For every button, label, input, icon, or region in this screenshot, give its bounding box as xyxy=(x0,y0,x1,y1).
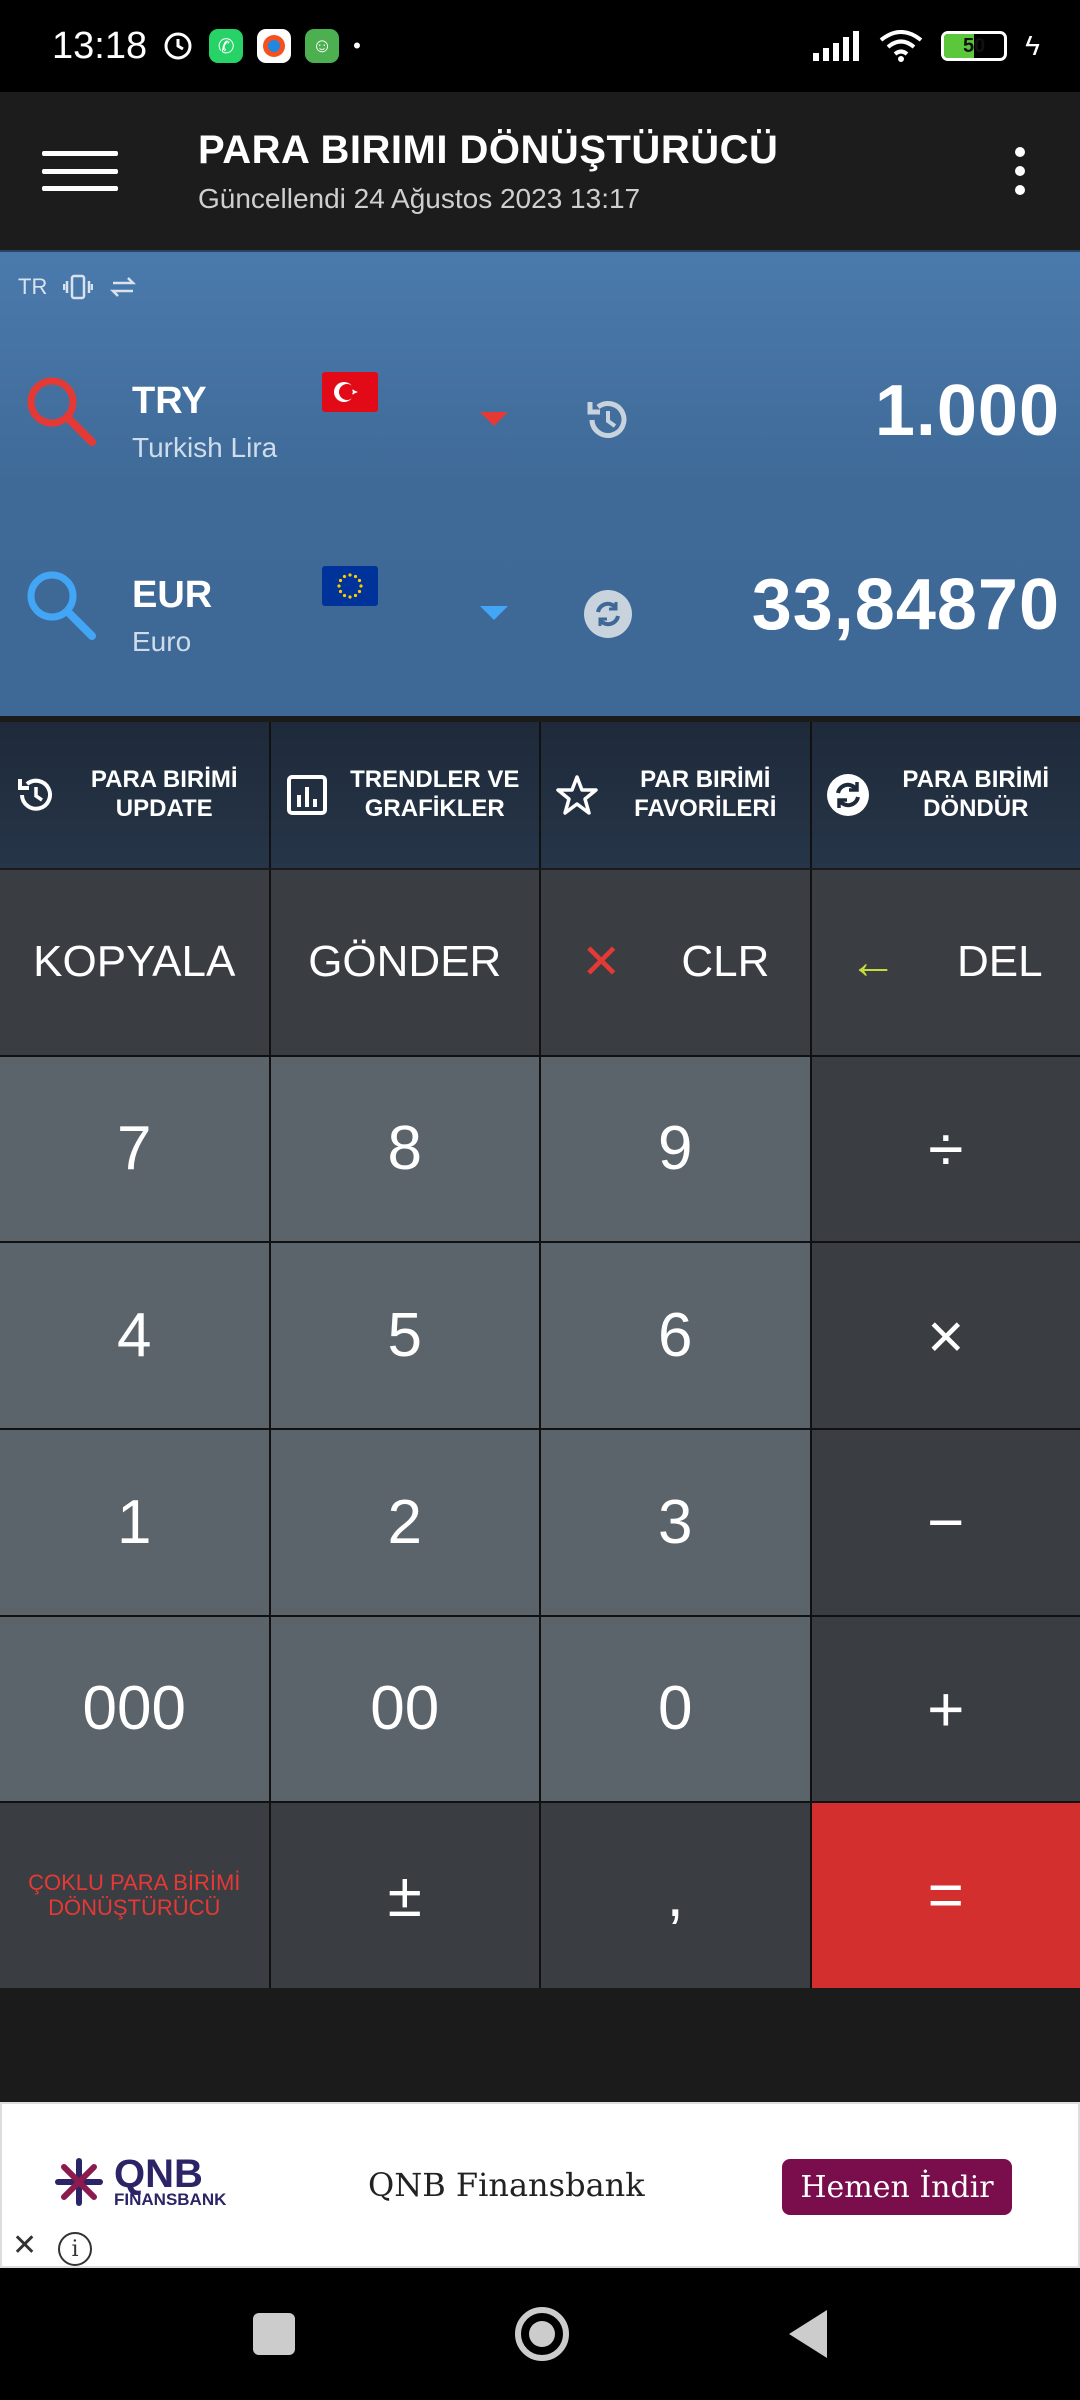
key-6[interactable]: 6 xyxy=(541,1243,810,1428)
language-label[interactable]: TR xyxy=(18,274,47,300)
key-7[interactable]: 7 xyxy=(0,1056,269,1242)
home-icon[interactable] xyxy=(515,2307,569,2361)
currency-row-to[interactable]: EUR Euro 33,84870 xyxy=(0,526,1080,686)
calculator-keypad: KOPYALA GÖNDER ✕ CLR ← DEL 7 8 9 ÷ 4 5 6… xyxy=(0,870,1080,1988)
qnb-logo-text: QNB FINANSBANK xyxy=(114,2152,227,2209)
tool-label: PARA BIRİMİ UPDATE xyxy=(90,766,238,822)
delete-label: DEL xyxy=(956,937,1043,987)
currency-row-from[interactable]: TRY Turkish Lira 1.000 xyxy=(0,332,1080,492)
copy-button[interactable]: KOPYALA xyxy=(0,870,269,1055)
tool-label: PAR BIRİMİ FAVORİLERİ xyxy=(634,766,777,822)
currency-dropdown-icon[interactable] xyxy=(480,606,508,620)
amount-from[interactable]: 1.000 xyxy=(875,370,1060,452)
signal-icon xyxy=(813,31,860,61)
close-icon[interactable]: ✕ xyxy=(12,2228,37,2263)
update-icon xyxy=(18,778,52,811)
converter-toolbar: TR xyxy=(18,274,137,300)
currency-update-button[interactable]: PARA BIRİMİ UPDATE xyxy=(0,722,269,868)
refresh-icon[interactable] xyxy=(582,588,634,640)
equals-button[interactable]: = xyxy=(811,1803,1080,1988)
status-right: 50 ϟ xyxy=(813,30,1040,62)
converter-panel: TR TRY Turkish Lira 1.000 EUR Euro 33,84… xyxy=(0,250,1080,716)
charging-icon: ϟ xyxy=(1025,30,1040,61)
favorites-button[interactable]: PAR BIRİMİ FAVORİLERİ xyxy=(541,722,810,868)
multi-currency-converter-button[interactable]: ÇOKLU PARA BİRİMİ DÖNÜŞTÜRÜCÜ xyxy=(0,1803,269,1988)
logo-line2: FINANSBANK xyxy=(114,2190,227,2209)
backspace-arrow-icon: ← xyxy=(848,935,897,989)
currency-code: TRY xyxy=(132,380,207,422)
app-title: PARA BIRIMI DÖNÜŞTÜRÜCÜ xyxy=(198,127,779,172)
battery-icon: 50 xyxy=(941,31,1008,61)
recents-icon[interactable] xyxy=(253,2313,295,2355)
system-nav-bar xyxy=(0,2268,1080,2400)
currency-code: EUR xyxy=(132,574,213,616)
status-time: 13:18 xyxy=(52,24,148,67)
android-icon: ☺ xyxy=(305,29,340,63)
key-2[interactable]: 2 xyxy=(270,1430,539,1615)
currency-dropdown-icon[interactable] xyxy=(480,412,508,426)
app-bar: PARA BIRIMI DÖNÜŞTÜRÜCÜ Güncellendi 24 A… xyxy=(0,92,1080,250)
key-4[interactable]: 4 xyxy=(0,1243,269,1428)
minus-button[interactable]: − xyxy=(811,1430,1080,1615)
send-button[interactable]: GÖNDER xyxy=(270,870,539,1055)
key-00[interactable]: 00 xyxy=(270,1616,539,1802)
turkey-flag-icon xyxy=(322,372,378,412)
notification-icons: ✆ ☺ • xyxy=(161,27,361,66)
status-bar: 13:18 ✆ ☺ • 50 ϟ xyxy=(0,0,1080,92)
whatsapp-icon: ✆ xyxy=(209,29,244,63)
swap-currency-button[interactable]: PARA BIRİMİ DÖNDÜR xyxy=(811,722,1080,868)
ad-advertiser-name: QNB Finansbank xyxy=(368,2166,645,2204)
star-icon xyxy=(556,775,598,815)
amount-to[interactable]: 33,84870 xyxy=(752,564,1060,646)
divide-button[interactable]: ÷ xyxy=(811,1056,1080,1242)
vibrate-icon[interactable] xyxy=(63,274,94,300)
tool-bar: PARA BIRİMİ UPDATE TRENDLER VE GRAFİKLER… xyxy=(0,722,1080,868)
ad-banner[interactable]: QNB FINANSBANK QNB Finansbank Hemen İndi… xyxy=(0,2102,1080,2268)
swap-arrows-icon[interactable] xyxy=(109,275,137,299)
eu-flag-icon xyxy=(322,566,378,606)
chart-icon xyxy=(286,775,327,815)
key-0[interactable]: 0 xyxy=(541,1616,810,1802)
app-titles: PARA BIRIMI DÖNÜŞTÜRÜCÜ Güncellendi 24 A… xyxy=(198,128,778,215)
trends-charts-button[interactable]: TRENDLER VE GRAFİKLER xyxy=(270,722,539,868)
search-icon[interactable] xyxy=(22,372,98,448)
updated-timestamp: Güncellendi 24 Ağustos 2023 13:17 xyxy=(198,182,641,214)
back-icon[interactable] xyxy=(789,2310,827,2358)
alarm-icon xyxy=(161,27,195,66)
qnb-star-icon xyxy=(55,2157,103,2206)
dot-icon: • xyxy=(353,33,361,58)
currency-name: Turkish Lira xyxy=(132,432,278,463)
clear-button[interactable]: ✕ CLR xyxy=(541,870,810,1055)
info-icon[interactable]: i xyxy=(58,2232,92,2266)
comma-button[interactable]: , xyxy=(541,1803,810,1988)
key-000[interactable]: 000 xyxy=(0,1616,269,1802)
history-icon[interactable] xyxy=(582,394,634,446)
overflow-menu-icon[interactable] xyxy=(1010,147,1030,195)
key-1[interactable]: 1 xyxy=(0,1430,269,1615)
browser-icon xyxy=(257,29,292,63)
search-icon[interactable] xyxy=(22,566,98,642)
logo-line1: QNB xyxy=(114,2152,203,2196)
key-8[interactable]: 8 xyxy=(270,1056,539,1242)
sign-toggle-button[interactable]: ± xyxy=(270,1803,539,1988)
menu-icon[interactable] xyxy=(42,141,118,201)
swap-icon xyxy=(826,774,869,816)
multiply-button[interactable]: × xyxy=(811,1243,1080,1428)
key-9[interactable]: 9 xyxy=(541,1056,810,1242)
ad-install-button[interactable]: Hemen İndir xyxy=(782,2159,1012,2215)
plus-button[interactable]: + xyxy=(811,1616,1080,1802)
key-3[interactable]: 3 xyxy=(541,1430,810,1615)
delete-button[interactable]: ← DEL xyxy=(811,870,1080,1055)
clear-label: CLR xyxy=(681,937,770,987)
battery-level: 50 xyxy=(963,34,986,57)
close-icon: ✕ xyxy=(581,936,622,990)
wifi-icon xyxy=(879,30,923,62)
tool-label: PARA BIRİMİ DÖNDÜR xyxy=(902,766,1050,822)
currency-name: Euro xyxy=(132,626,192,657)
key-5[interactable]: 5 xyxy=(270,1243,539,1428)
qnb-logo: QNB FINANSBANK xyxy=(54,2152,227,2209)
tool-label: TRENDLER VE GRAFİKLER xyxy=(350,766,520,822)
